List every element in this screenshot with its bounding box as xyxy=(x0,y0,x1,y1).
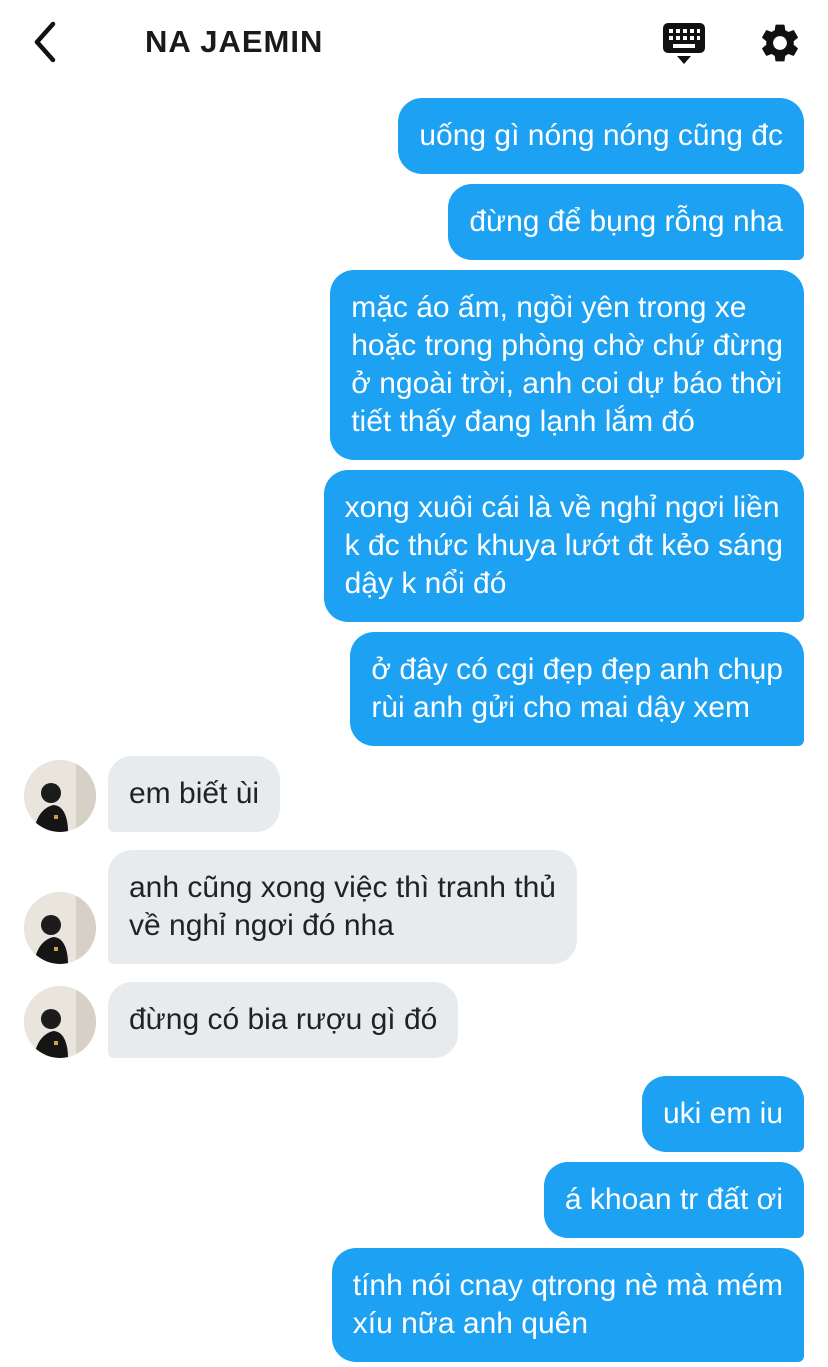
message-text: tiết thấy đang lạnh lắm đó xyxy=(351,405,695,438)
message-text: về nghỉ ngơi đó nha xyxy=(129,909,394,942)
message-bubble-outgoing[interactable]: mặc áo ấm, ngồi yên trong xe hoặc trong … xyxy=(330,270,804,460)
message-bubble-outgoing[interactable]: ở đây có cgi đẹp đẹp anh chụp rùi anh gử… xyxy=(350,632,804,746)
message-bubble-outgoing[interactable]: tính nói cnay qtrong nè mà mém xíu nữa a… xyxy=(331,1248,804,1362)
profile-photo xyxy=(24,986,96,1058)
avatar[interactable] xyxy=(24,760,96,832)
gear-icon xyxy=(762,24,798,62)
settings-button[interactable] xyxy=(757,20,803,66)
message-text: hoặc trong phòng chờ chứ đừng xyxy=(351,329,783,362)
message-text: uống gì nóng nóng cũng đc xyxy=(419,119,783,152)
chat-header: NA JAEMIN xyxy=(0,0,828,86)
avatar[interactable] xyxy=(24,892,96,964)
message-bubble-incoming[interactable]: đừng có bia rượu gì đó xyxy=(108,982,459,1058)
message-bubble-outgoing[interactable]: á khoan tr đất ơi xyxy=(543,1162,804,1238)
message-text: dậy k nổi đó xyxy=(344,567,507,600)
message-bubble-incoming[interactable]: em biết ùi xyxy=(108,756,281,832)
message-text: tính nói cnay qtrong nè mà mém xyxy=(352,1269,783,1302)
keyboard-icon xyxy=(663,23,705,64)
message-text: uki em iu xyxy=(662,1097,783,1130)
keyboard-button[interactable] xyxy=(660,20,708,66)
message-text: em biết ùi xyxy=(129,777,260,810)
message-text: xong xuôi cái là về nghỉ ngơi liền xyxy=(344,491,780,524)
message-text: đừng để bụng rỗng nha xyxy=(469,205,783,238)
message-bubble-outgoing[interactable]: đừng để bụng rỗng nha xyxy=(448,184,804,260)
message-text: đừng có bia rượu gì đó xyxy=(129,1003,438,1036)
chevron-left-icon xyxy=(34,21,56,63)
message-text: k đc thức khuya lướt đt kẻo sáng xyxy=(344,529,783,562)
message-text: á khoan tr đất ơi xyxy=(564,1183,783,1216)
message-bubble-outgoing[interactable]: uống gì nóng nóng cũng đc xyxy=(398,98,804,174)
profile-photo xyxy=(24,892,96,964)
conversation-title: NA JAEMIN xyxy=(145,24,324,59)
message-text: ở đây có cgi đẹp đẹp anh chụp xyxy=(371,653,783,686)
message-bubble-outgoing[interactable]: uki em iu xyxy=(641,1076,804,1152)
message-text: ở ngoài trời, anh coi dự báo thời xyxy=(351,367,783,400)
message-bubble-outgoing[interactable]: xong xuôi cái là về nghỉ ngơi liền k đc … xyxy=(323,470,804,622)
message-text: mặc áo ấm, ngồi yên trong xe xyxy=(351,291,747,324)
message-text: anh cũng xong việc thì tranh thủ xyxy=(129,871,556,904)
message-text: xíu nữa anh quên xyxy=(352,1307,589,1340)
avatar[interactable] xyxy=(24,986,96,1058)
profile-photo xyxy=(24,760,96,832)
message-text: rùi anh gửi cho mai dậy xem xyxy=(371,691,750,724)
back-button[interactable] xyxy=(22,18,66,66)
message-bubble-incoming[interactable]: anh cũng xong việc thì tranh thủ về nghỉ… xyxy=(108,850,577,964)
